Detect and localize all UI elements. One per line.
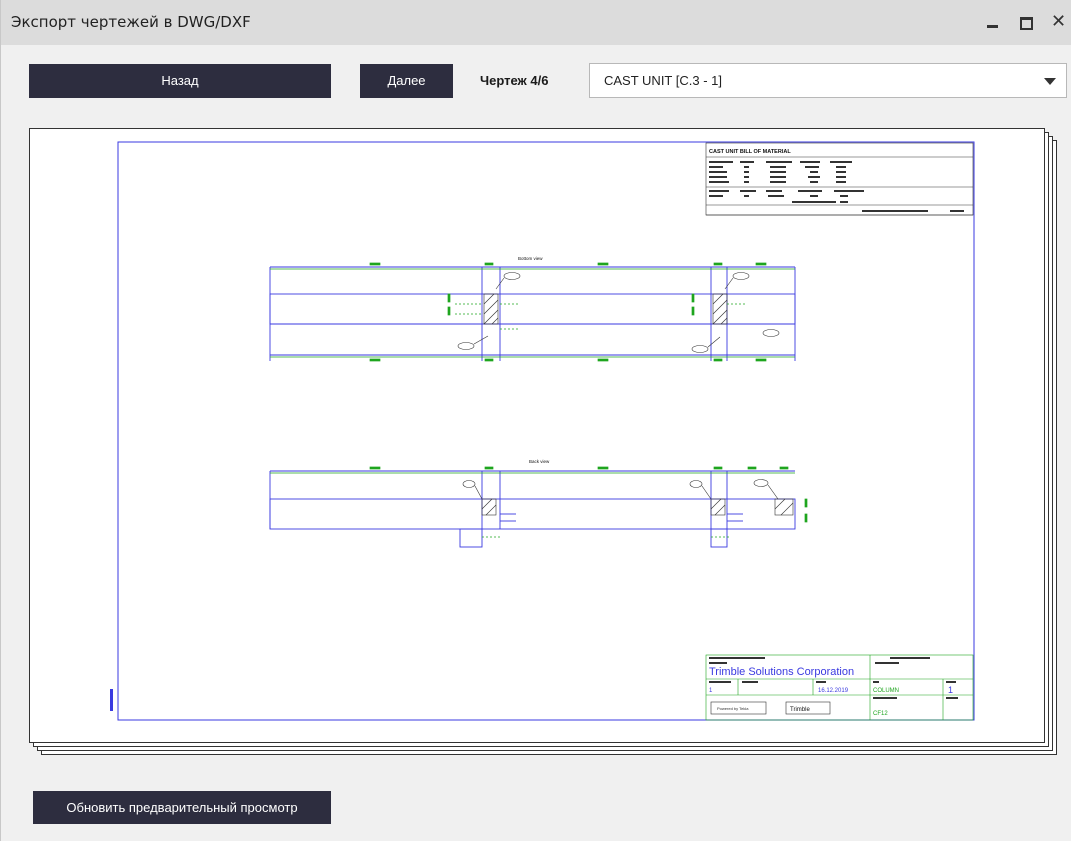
view-title-bottom: Bottom view bbox=[518, 256, 543, 261]
frame-mark bbox=[110, 689, 113, 711]
back-view-hatch bbox=[481, 498, 794, 516]
drawing-frame bbox=[117, 141, 975, 721]
back-view bbox=[269, 470, 796, 548]
bottom-view bbox=[269, 266, 796, 361]
title-block-sheet-no: 1 bbox=[709, 688, 713, 694]
powered-by-label: Powered by Tekla bbox=[717, 706, 749, 711]
bottom-view-tags bbox=[457, 272, 780, 353]
refresh-preview-button[interactable]: Обновить предварительный просмотр bbox=[33, 791, 331, 824]
back-view-dimensions bbox=[270, 466, 808, 538]
window-title: Экспорт чертежей в DWG/DXF bbox=[11, 13, 251, 31]
chevron-down-icon[interactable] bbox=[1044, 78, 1056, 85]
close-icon[interactable]: ✕ bbox=[1051, 10, 1071, 34]
bom-rows bbox=[709, 161, 964, 212]
export-dialog: Экспорт чертежей в DWG/DXF ✕ Назад Далее… bbox=[0, 0, 1071, 841]
minimize-icon[interactable] bbox=[981, 10, 1005, 34]
cast-unit-mark: CF12 bbox=[873, 711, 888, 717]
drawing-sheet: CAST UNIT BILL OF MATERIAL Bottom view B… bbox=[29, 128, 1045, 743]
back-view-tags bbox=[462, 479, 779, 500]
drawing-select[interactable]: CAST UNIT [C.3 - 1] bbox=[589, 63, 1067, 98]
company-name: Trimble Solutions Corporation bbox=[709, 666, 854, 678]
bottom-view-dimensions bbox=[270, 262, 795, 362]
drawing-canvas: CAST UNIT BILL OF MATERIAL Bottom view B… bbox=[110, 141, 975, 721]
trimble-logo: Trimble bbox=[790, 707, 810, 713]
title-bar: Экспорт чертежей в DWG/DXF ✕ bbox=[1, 0, 1071, 45]
bom-title: CAST UNIT BILL OF MATERIAL bbox=[709, 149, 791, 155]
sheet-number: 1 bbox=[948, 685, 953, 695]
bottom-view-hatch bbox=[483, 293, 728, 325]
sheet-counter: Чертеж 4/6 bbox=[480, 73, 549, 88]
drawing-select-value: CAST UNIT [C.3 - 1] bbox=[604, 73, 722, 88]
drawing-preview: CAST UNIT BILL OF MATERIAL Bottom view B… bbox=[29, 128, 1064, 758]
part-name: COLUMN bbox=[873, 688, 899, 694]
back-button[interactable]: Назад bbox=[29, 64, 331, 98]
drawing-date: 16.12.2019 bbox=[818, 688, 849, 694]
next-button[interactable]: Далее bbox=[360, 64, 453, 98]
maximize-icon[interactable] bbox=[1014, 10, 1038, 34]
view-title-back: Back view bbox=[529, 459, 550, 464]
